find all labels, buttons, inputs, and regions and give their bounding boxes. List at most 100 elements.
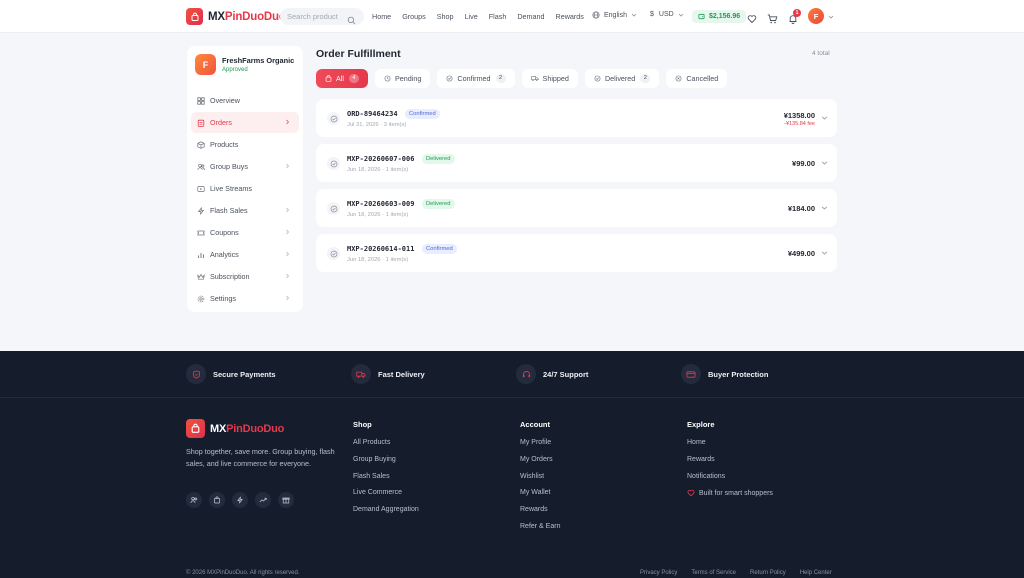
nav-demand[interactable]: Demand [517, 12, 544, 21]
check-circle-icon [327, 202, 340, 215]
footer-bottom: © 2026 MXPinDuoDuo. All rights reserved.… [0, 568, 1024, 578]
legal-link[interactable]: Terms of Service [691, 570, 736, 576]
sidebar-item-live-streams[interactable]: Live Streams [191, 178, 299, 199]
tab-delivered[interactable]: Delivered 2 [584, 69, 660, 88]
footer-link[interactable]: My Orders [520, 456, 560, 463]
sidebar-item-label: Orders [210, 118, 232, 127]
footer-link[interactable]: Notifications [687, 473, 773, 480]
sidebar-item-group-buys[interactable]: Group Buys [191, 156, 299, 177]
order-row[interactable]: ORD-89464234 Confirmed Jul 31, 2026 · 3 … [316, 99, 837, 137]
store-profile: F FreshFarms Organic Approved [195, 54, 294, 75]
sidebar-item-subscription[interactable]: Subscription [191, 266, 299, 287]
nav-shop[interactable]: Shop [437, 12, 454, 21]
footer-link[interactable]: Rewards [520, 506, 560, 513]
sidebar-item-products[interactable]: Products [191, 134, 299, 155]
wallet-balance[interactable]: $2,156.96 [692, 10, 747, 23]
sidebar-item-overview[interactable]: Overview [191, 90, 299, 111]
cart-icon[interactable] [767, 11, 778, 29]
tab-count: 2 [495, 74, 506, 83]
footer-link[interactable]: Wishlist [520, 473, 560, 480]
chevron-down-icon [678, 13, 683, 17]
order-price: ¥99.00 [792, 159, 815, 168]
trending-up-icon[interactable] [255, 492, 271, 508]
search-icon[interactable] [347, 12, 356, 30]
tab-label: Cancelled [686, 74, 719, 83]
footer-column-account: Account My Profile My Orders Wishlist My… [520, 420, 560, 540]
language-selector[interactable]: English [592, 11, 641, 19]
wallet-icon [698, 13, 705, 20]
order-fee: -¥135.84 fee [784, 121, 815, 127]
tab-all[interactable]: All 4 [316, 69, 368, 88]
headset-icon [516, 364, 536, 384]
tab-shipped[interactable]: Shipped [521, 69, 578, 88]
bag-icon[interactable] [209, 492, 225, 508]
heart-icon[interactable] [747, 11, 757, 29]
dollar-icon: $ [650, 11, 654, 18]
chevron-right-icon [286, 251, 289, 257]
footer-link[interactable]: Demand Aggregation [353, 506, 419, 513]
built-for-note: Built for smart shoppers [687, 489, 773, 497]
order-date: Jun 18, 2026 · 1 item(s) [347, 167, 409, 173]
bag-icon [325, 75, 332, 82]
order-status-tabs: All 4 Pending Confirmed 2 Shipped Delive… [316, 69, 734, 88]
user-avatar[interactable]: F [808, 8, 824, 24]
nav-live[interactable]: Live [465, 12, 478, 21]
nav-rewards[interactable]: Rewards [556, 12, 584, 21]
footer-link[interactable]: All Products [353, 439, 419, 446]
legal-link[interactable]: Help Center [800, 570, 832, 576]
page-title: Order Fulfillment [316, 48, 401, 60]
order-row[interactable]: MXP-20260614-011 Confirmed Jun 18, 2026 … [316, 234, 837, 272]
site-footer: MXPinDuoDuo Shop together, save more. Gr… [0, 398, 1024, 578]
footer-column-shop: Shop All Products Group Buying Flash Sal… [353, 420, 419, 523]
order-list: ORD-89464234 Confirmed Jul 31, 2026 · 3 … [316, 99, 837, 279]
sidebar-item-analytics[interactable]: Analytics [191, 244, 299, 265]
tab-confirmed[interactable]: Confirmed 2 [437, 69, 515, 88]
currency-selector[interactable]: $ USD [650, 11, 684, 18]
search-box[interactable] [280, 8, 364, 25]
legal-link[interactable]: Privacy Policy [640, 570, 677, 576]
footer-logo[interactable]: MXPinDuoDuo [186, 419, 284, 438]
footer-link[interactable]: Home [687, 439, 773, 446]
shopping-bag-icon [186, 8, 203, 25]
sidebar-item-flash-sales[interactable]: Flash Sales [191, 200, 299, 221]
tab-label: All [336, 74, 344, 83]
social-links [186, 492, 301, 508]
chevron-down-icon[interactable] [828, 14, 834, 20]
legal-link[interactable]: Return Policy [750, 570, 786, 576]
users-icon[interactable] [186, 492, 202, 508]
chevron-down-icon[interactable] [821, 115, 828, 121]
footer-link[interactable]: Rewards [687, 456, 773, 463]
chevron-down-icon[interactable] [821, 205, 828, 211]
footer-link[interactable]: My Profile [520, 439, 560, 446]
feature-label: Fast Delivery [378, 369, 425, 379]
gift-icon[interactable] [278, 492, 294, 508]
lightning-icon[interactable] [232, 492, 248, 508]
footer-link[interactable]: Live Commerce [353, 489, 419, 496]
order-price: ¥184.00 [787, 204, 815, 213]
footer-link[interactable]: Refer & Earn [520, 523, 560, 530]
footer-link[interactable]: Flash Sales [353, 473, 419, 480]
tab-cancelled[interactable]: Cancelled [666, 69, 728, 88]
sidebar-item-label: Overview [210, 96, 240, 105]
chevron-down-icon[interactable] [821, 160, 828, 166]
sidebar-item-coupons[interactable]: Coupons [191, 222, 299, 243]
nav-home[interactable]: Home [372, 12, 391, 21]
notification-badge: 1 [793, 9, 801, 17]
search-input[interactable] [287, 12, 343, 21]
footer-link[interactable]: My Wallet [520, 489, 560, 496]
sidebar-item-settings[interactable]: Settings [191, 288, 299, 309]
sidebar-item-orders[interactable]: Orders [191, 112, 299, 133]
tab-pending[interactable]: Pending [375, 69, 431, 88]
brand-name: MXPinDuoDuo [208, 10, 286, 23]
nav-flash[interactable]: Flash [489, 12, 507, 21]
order-row[interactable]: MXP-20260607-006 Delivered Jun 18, 2026 … [316, 144, 837, 182]
order-row[interactable]: MXP-20260603-009 Delivered Jun 18, 2026 … [316, 189, 837, 227]
feature-label: 24/7 Support [543, 369, 589, 379]
brand-logo[interactable]: MXPinDuoDuo [186, 8, 286, 25]
shopping-bag-icon [186, 419, 205, 438]
footer-link[interactable]: Group Buying [353, 456, 419, 463]
copyright: © 2026 MXPinDuoDuo. All rights reserved. [186, 570, 300, 576]
chevron-down-icon[interactable] [821, 250, 828, 256]
nav-groups[interactable]: Groups [402, 12, 426, 21]
order-id: MXP-20260614-011 [347, 245, 415, 253]
